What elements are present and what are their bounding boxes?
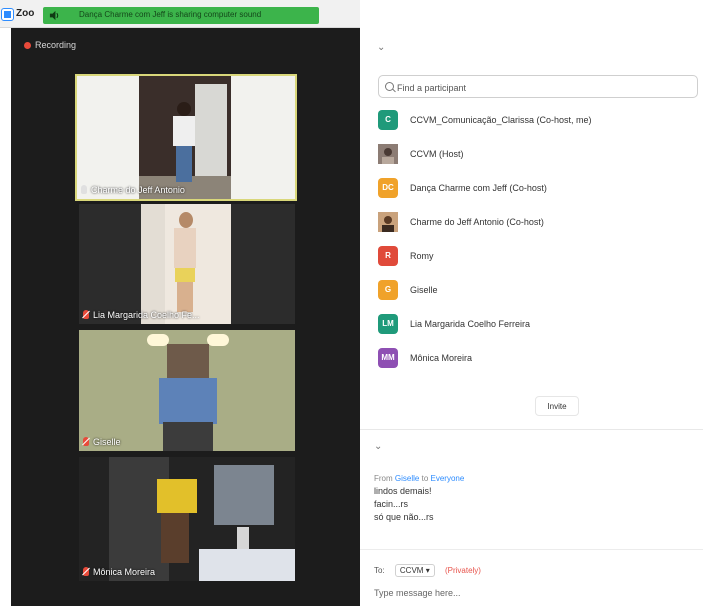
chat-recipient-row: To: CCVM ▾ (Privately): [374, 564, 481, 577]
recipient-dropdown[interactable]: CCVM ▾: [394, 564, 435, 577]
participant-name: Dança Charme com Jeff (Co-host): [410, 183, 547, 193]
chat-message: lindos demais!: [374, 486, 432, 496]
participants-chat-panel: ⌄ C CCVM_Comunicação_Clarissa (Co-host, …: [360, 0, 703, 609]
video-tile-giselle[interactable]: Giselle: [79, 330, 295, 451]
video-scene-legs: [177, 282, 193, 312]
participant-list: C CCVM_Comunicação_Clarissa (Co-host, me…: [378, 108, 698, 380]
video-scene-light-left: [147, 334, 169, 346]
participant-name: Romy: [410, 251, 434, 261]
recording-label: Recording: [35, 40, 77, 50]
muted-microphone-icon: [83, 437, 89, 446]
video-tile-lia-margarida[interactable]: Lia Margarida Coelho Fe...: [79, 204, 295, 324]
video-scene-person: [179, 212, 193, 228]
video-scene-curtain: [141, 204, 165, 324]
tile-participant-name: Giselle: [93, 437, 121, 447]
avatar-photo: [378, 144, 398, 164]
participant-name: CCVM_Comunicação_Clarissa (Co-host, me): [410, 115, 592, 125]
panel-divider: [360, 429, 703, 430]
chat-message-input[interactable]: [372, 584, 696, 602]
video-scene-top: [159, 378, 217, 424]
tile-name-label: Mônica Moreira: [83, 567, 155, 577]
collapse-participants-chevron-icon[interactable]: ⌄: [377, 42, 385, 53]
video-scene-bed: [199, 549, 295, 581]
participant-name: Charme do Jeff Antonio (Co-host): [410, 217, 544, 227]
invite-button[interactable]: Invite: [535, 396, 579, 416]
participant-row[interactable]: CCVM (Host): [378, 142, 698, 176]
participant-search-input[interactable]: [395, 79, 689, 96]
muted-microphone-icon: [83, 310, 89, 319]
participant-row[interactable]: C CCVM_Comunicação_Clarissa (Co-host, me…: [378, 108, 698, 142]
recording-dot-icon: [24, 42, 31, 49]
video-scene-shirt: [173, 116, 195, 146]
to-label: To:: [374, 566, 385, 575]
avatar: C: [378, 110, 398, 130]
video-scene-shorts: [175, 268, 195, 282]
participant-row[interactable]: Charme do Jeff Antonio (Co-host): [378, 210, 698, 244]
participant-row[interactable]: MM Mônica Moreira: [378, 346, 698, 380]
video-scene-legs: [161, 513, 189, 563]
tile-name-label: Charme do Jeff Antonio: [81, 185, 185, 195]
chat-recipient-name[interactable]: Everyone: [431, 474, 465, 483]
video-scene-torso: [174, 228, 196, 268]
recording-indicator[interactable]: Recording: [24, 40, 76, 50]
tile-name-label: Giselle: [83, 437, 121, 447]
participant-row[interactable]: G Giselle: [378, 278, 698, 312]
video-tile-charme-do-jeff[interactable]: Charme do Jeff Antonio: [75, 74, 297, 201]
avatar-photo: [378, 212, 398, 232]
video-scene-skirt: [163, 422, 213, 451]
tile-participant-name: Mônica Moreira: [93, 567, 156, 577]
speaker-icon: [49, 10, 59, 21]
search-icon: [385, 82, 394, 91]
microphone-icon: [81, 185, 87, 194]
chat-sender-name[interactable]: Giselle: [395, 474, 419, 483]
chat-input-divider: [360, 549, 703, 550]
participant-search-box: [378, 75, 698, 98]
video-scene-shadow: [109, 457, 169, 581]
to-word: to: [421, 474, 429, 483]
collapse-chat-chevron-icon[interactable]: ⌄: [374, 441, 382, 452]
zoom-app-icon: [1, 8, 14, 21]
avatar: DC: [378, 178, 398, 198]
video-scene-window: [214, 465, 274, 525]
chat-message: facin...rs: [374, 499, 409, 509]
recipient-value: CCVM: [399, 566, 424, 575]
video-scene-shorts: [157, 479, 197, 513]
participant-name: Giselle: [410, 285, 438, 295]
video-panel: Recording Charme do Jeff Antonio Lia Mar…: [11, 28, 360, 606]
chat-message: só que não...rs: [374, 512, 434, 522]
video-scene-lamp: [237, 527, 249, 549]
chevron-down-icon: ▾: [425, 566, 430, 575]
privately-label: (Privately): [444, 566, 481, 575]
tile-participant-name: Charme do Jeff Antonio: [91, 185, 185, 195]
participant-name: Lia Margarida Coelho Ferreira: [410, 319, 531, 329]
chat-messages: From Giselle to Everyone lindos demais! …: [374, 474, 694, 525]
participant-row[interactable]: LM Lia Margarida Coelho Ferreira: [378, 312, 698, 346]
participant-row[interactable]: R Romy: [378, 244, 698, 278]
window-title: Zoo: [16, 8, 35, 19]
muted-microphone-icon: [83, 567, 89, 576]
person-photo-icon: [378, 212, 398, 232]
title-bar: Zoo Dança Charme com Jeff is sharing com…: [0, 0, 360, 28]
tile-participant-name: Lia Margarida Coelho Fe...: [93, 310, 200, 320]
video-scene-light-right: [207, 334, 229, 346]
avatar: MM: [378, 348, 398, 368]
avatar: R: [378, 246, 398, 266]
avatar: LM: [378, 314, 398, 334]
participant-row[interactable]: DC Dança Charme com Jeff (Co-host): [378, 176, 698, 210]
person-photo-icon: [378, 144, 398, 164]
avatar: G: [378, 280, 398, 300]
video-scene-legs: [176, 146, 192, 182]
tile-name-label: Lia Margarida Coelho Fe...: [83, 310, 200, 320]
participant-name: Mônica Moreira: [410, 353, 473, 363]
video-scene-person: [167, 344, 209, 380]
chat-sender-line: From Giselle to Everyone: [374, 474, 694, 483]
from-prefix: From: [374, 474, 393, 483]
share-banner-text: Dança Charme com Jeff is sharing compute…: [79, 10, 262, 19]
video-tile-monica-moreira[interactable]: Mônica Moreira: [79, 457, 295, 581]
participant-name: CCVM (Host): [410, 149, 464, 159]
sound-sharing-banner[interactable]: Dança Charme com Jeff is sharing compute…: [43, 7, 319, 24]
video-scene-person: [177, 102, 191, 116]
